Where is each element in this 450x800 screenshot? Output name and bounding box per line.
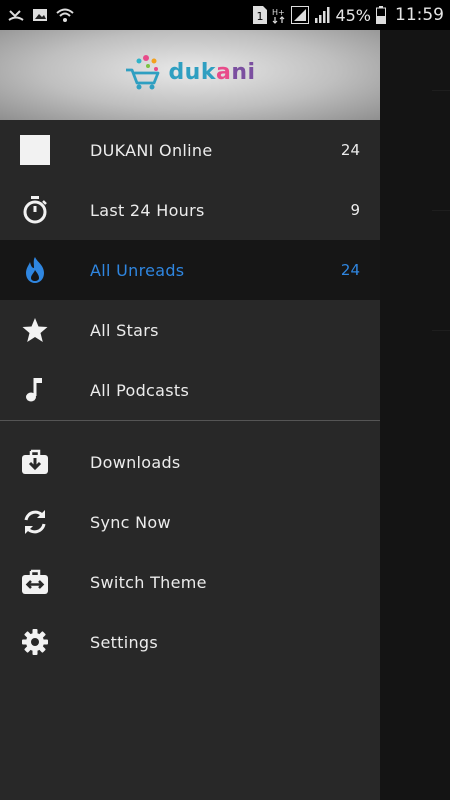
drawer-header: dukani <box>0 30 380 120</box>
menu-item-downloads[interactable]: Downloads <box>0 432 380 492</box>
sync-icon <box>20 507 50 537</box>
menu-item-label: Last 24 Hours <box>90 200 205 220</box>
menu-item-label: Downloads <box>90 452 181 472</box>
feed-menu: DUKANI Online 24 Last 24 Hours 9 All Unr… <box>0 120 380 420</box>
logo-text: dukani <box>168 60 255 85</box>
menu-item-label: Settings <box>90 632 159 652</box>
menu-item-label: DUKANI Online <box>90 140 213 160</box>
menu-item-label: All Podcasts <box>90 380 190 400</box>
unread-count: 9 <box>350 201 360 219</box>
image-icon <box>32 7 48 23</box>
battery-percent: 45% <box>335 5 371 25</box>
clock: 11:59 <box>395 5 444 25</box>
menu-item-all-unreads[interactable]: All Unreads 24 <box>0 240 380 300</box>
status-bar: 1 H+ 45% 11:59 <box>0 0 450 30</box>
menu-item-label: All Unreads <box>90 260 185 280</box>
action-menu: Downloads Sync Now Switch Theme Settings <box>0 421 380 672</box>
star-icon <box>20 315 50 345</box>
feed-square-icon <box>20 135 50 165</box>
navigation-drawer: dukani DUKANI Online 24 Last 24 Hours 9 … <box>0 30 380 800</box>
menu-item-label: All Stars <box>90 320 159 340</box>
gear-icon <box>20 627 50 657</box>
logo-text-part: ni <box>231 59 256 85</box>
background-divider <box>432 210 450 211</box>
logo-text-part: a <box>215 59 232 85</box>
menu-item-all-podcasts[interactable]: All Podcasts <box>0 360 380 420</box>
signal-box-icon <box>291 6 310 24</box>
dukani-logo: dukani <box>124 52 255 92</box>
music-note-icon <box>20 375 50 405</box>
sim-label: 1 <box>257 10 264 23</box>
menu-item-label: Switch Theme <box>90 572 207 592</box>
missed-call-icon <box>8 7 24 23</box>
switch-theme-icon <box>20 567 50 597</box>
network-label: H+ <box>272 8 285 17</box>
network-type-icon: H+ <box>272 6 286 24</box>
cart-logo-icon <box>126 55 160 90</box>
menu-item-label: Sync Now <box>90 512 171 532</box>
logo-text-part: duk <box>168 59 216 85</box>
scrim[interactable] <box>380 30 450 800</box>
menu-item-dukani-online[interactable]: DUKANI Online 24 <box>0 120 380 180</box>
background-divider <box>432 330 450 331</box>
sim-icon: 1 <box>253 6 268 24</box>
menu-item-switch-theme[interactable]: Switch Theme <box>0 552 380 612</box>
wifi-icon <box>56 7 74 23</box>
flame-icon <box>20 255 50 285</box>
download-box-icon <box>20 447 50 477</box>
menu-item-last-24-hours[interactable]: Last 24 Hours 9 <box>0 180 380 240</box>
background-divider <box>432 90 450 91</box>
menu-item-all-stars[interactable]: All Stars <box>0 300 380 360</box>
stopwatch-icon <box>20 195 50 225</box>
signal-bars-icon <box>314 7 330 23</box>
unread-count: 24 <box>340 261 360 279</box>
menu-item-sync-now[interactable]: Sync Now <box>0 492 380 552</box>
menu-item-settings[interactable]: Settings <box>0 612 380 672</box>
unread-count: 24 <box>340 141 360 159</box>
battery-icon <box>376 6 386 24</box>
